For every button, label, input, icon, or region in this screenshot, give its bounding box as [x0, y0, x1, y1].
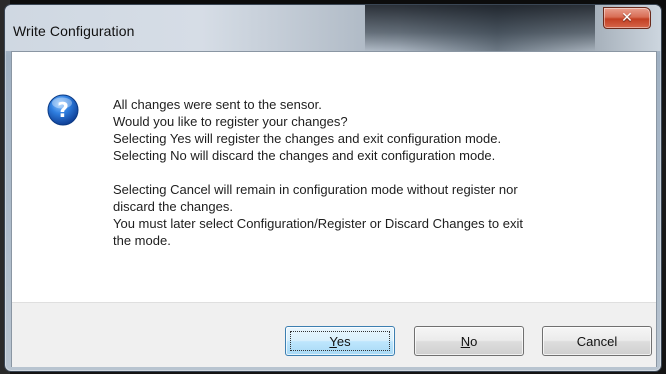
svg-text:?: ?	[57, 98, 69, 122]
cancel-button-label: Cancel	[576, 333, 618, 349]
close-icon: ✕	[621, 10, 633, 26]
no-label-rest: o	[470, 333, 478, 349]
no-button-label: No	[461, 334, 478, 349]
yes-mnemonic: Y	[329, 333, 337, 349]
yes-label-rest: es	[336, 333, 351, 349]
close-button[interactable]: ✕	[603, 7, 651, 29]
title-bar[interactable]: Write Configuration ✕	[5, 5, 661, 51]
message-line: All changes were sent to the sensor.	[113, 97, 322, 112]
window-title: Write Configuration	[13, 23, 135, 39]
cancel-button[interactable]: Cancel	[542, 326, 652, 356]
message-spacer	[113, 164, 633, 181]
no-button[interactable]: No	[414, 326, 524, 356]
title-bar-shading	[365, 5, 595, 51]
dialog-client-area: ? All changes were sent to the sensor. W…	[11, 51, 657, 367]
yes-button-label: Yes	[329, 334, 350, 349]
question-icon: ?	[47, 94, 79, 126]
message-line: Would you like to register your changes?	[113, 114, 348, 129]
yes-button[interactable]: Yes	[285, 326, 395, 356]
message-line: the mode.	[113, 233, 171, 248]
message-line: You must later select Configuration/Regi…	[113, 216, 523, 231]
message-text: All changes were sent to the sensor. Wou…	[113, 96, 633, 249]
no-mnemonic: N	[460, 333, 471, 349]
message-line: Selecting Cancel will remain in configur…	[113, 182, 518, 197]
message-line: Selecting Yes will register the changes …	[113, 131, 502, 146]
button-bar: Yes No Cancel	[12, 302, 656, 367]
message-line: Selecting No will discard the changes an…	[113, 148, 496, 163]
dialog-window: Write Configuration ✕ ? All changes were…	[4, 4, 662, 372]
message-panel: ? All changes were sent to the sensor. W…	[12, 52, 656, 302]
message-line: discard the changes.	[113, 199, 233, 214]
